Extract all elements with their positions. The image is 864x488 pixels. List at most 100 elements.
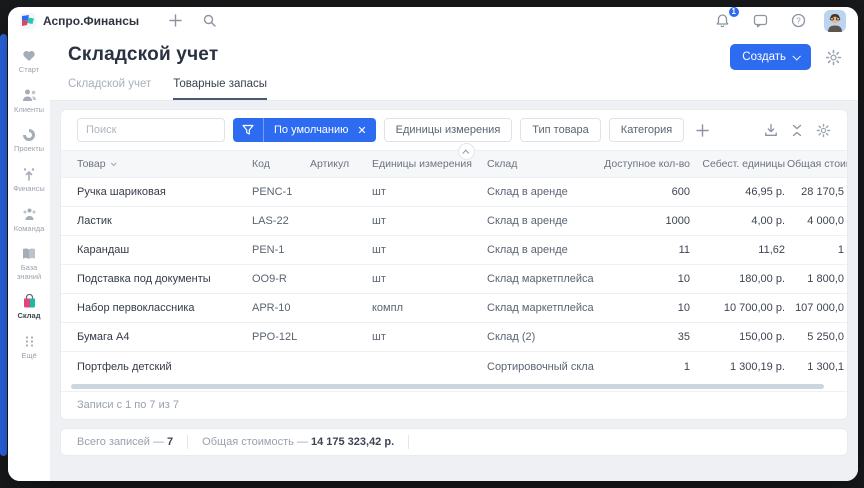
column-header[interactable]: Доступное кол-во xyxy=(602,158,692,170)
column-header[interactable]: Единицы измерения xyxy=(372,158,487,170)
table-cell: 11,62 xyxy=(692,244,787,256)
sidebar-item-warehouse[interactable]: Склад xyxy=(8,290,50,326)
sidebar-item-knowledge[interactable]: База знаний xyxy=(8,242,50,286)
table-row[interactable]: Бумага А4PPO-12LштСклад (2)35150,00 р.5 … xyxy=(61,323,847,352)
clear-filter-icon[interactable]: ✕ xyxy=(354,124,375,137)
page-settings-button[interactable] xyxy=(825,49,842,66)
sidebar-item-clients[interactable]: Клиенты xyxy=(8,84,50,120)
chevron-down-icon xyxy=(792,52,800,60)
table-row[interactable]: ЛастикLAS-22штСклад в аренде10004,00 р.4… xyxy=(61,207,847,236)
table-cell: 10 700,00 р. xyxy=(692,302,787,314)
column-header[interactable]: Общая стоимость xyxy=(787,158,847,170)
table-cell: LAS-22 xyxy=(252,215,310,227)
table-cell: Подставка под документы xyxy=(77,273,252,285)
table-cell: Бумага А4 xyxy=(77,331,252,343)
sidebar-item-label: База знаний xyxy=(8,264,50,281)
table-row[interactable]: КарандашPEN-1штСклад в аренде1111,621 xyxy=(61,236,847,265)
add-filter-button[interactable] xyxy=(696,124,709,137)
table-row[interactable]: Ручка шариковаяPENC-1штСклад в аренде600… xyxy=(61,178,847,207)
export-download-button[interactable] xyxy=(764,123,778,137)
table-cell: 4 000,0 xyxy=(787,215,847,227)
collapse-panel-button[interactable] xyxy=(458,143,475,160)
total-records: Всего записей — 7 xyxy=(77,436,173,448)
table-row[interactable]: Портфель детский Сортировочный скла1 1 300… xyxy=(61,352,847,381)
table-cell: PEN-1 xyxy=(252,244,310,256)
table-settings-button[interactable] xyxy=(816,123,831,138)
table-cell: Склад маркетплейса xyxy=(487,302,602,314)
column-header[interactable]: Склад xyxy=(487,158,602,170)
help-button[interactable]: ? xyxy=(786,11,810,31)
sidebar-item-more[interactable]: Ещё xyxy=(8,330,50,366)
table-cell: 1000 xyxy=(602,215,692,227)
tab-warehouse-accounting[interactable]: Складской учет xyxy=(68,78,151,100)
user-avatar[interactable] xyxy=(824,10,846,32)
notification-badge: 1 xyxy=(728,7,740,18)
divider xyxy=(408,435,409,449)
tab-goods-stock[interactable]: Товарные запасы xyxy=(173,78,267,100)
sort-chevron-icon xyxy=(110,160,116,166)
inventory-table: ТоварКодАртикулЕдиницы измерения Склад Дос… xyxy=(61,150,847,381)
search-icon[interactable] xyxy=(197,11,221,31)
notifications-button[interactable]: 1 xyxy=(710,11,734,31)
filter-chips: Единицы измерения Тип товара Категория xyxy=(384,118,685,142)
column-header-label: Общая стоимость xyxy=(787,158,847,170)
page-title: Складской учет xyxy=(68,44,218,66)
search-input[interactable] xyxy=(77,118,225,142)
table-cell: Ластик xyxy=(77,215,252,227)
table-cell: Портфель детский xyxy=(77,361,252,373)
sidebar-item-label: Команда xyxy=(14,225,45,234)
sidebar-item-team[interactable]: Команда xyxy=(8,203,50,239)
table-cell: OO9-R xyxy=(252,273,310,285)
table-body: Ручка шариковаяPENC-1штСклад в аренде600… xyxy=(61,178,847,381)
table-cell: 1 xyxy=(602,361,692,373)
column-header-label: Единицы измерения xyxy=(372,158,472,170)
table-cell: Сортировочный скла xyxy=(487,361,602,373)
table-cell: шт xyxy=(372,331,487,343)
filter-chip[interactable]: Единицы измерения xyxy=(384,118,513,142)
active-filter-chip[interactable]: По умолчанию ✕ xyxy=(233,118,376,142)
clients-icon xyxy=(22,88,37,103)
table-cell: 10 xyxy=(602,302,692,314)
table-row[interactable]: Набор первоклассникаAPR-10комплСклад мар… xyxy=(61,294,847,323)
column-header-label: Доступное кол-во xyxy=(604,158,690,170)
sidebar-item-finance[interactable]: Финансы xyxy=(8,163,50,199)
column-header[interactable]: Артикул xyxy=(310,158,372,170)
total-value: Общая стоимость — 14 175 323,42 р. xyxy=(202,436,394,448)
main-area: Складской учет Создать Складской учет Тов… xyxy=(50,34,858,481)
filter-chip[interactable]: Категория xyxy=(609,118,684,142)
create-button[interactable]: Создать xyxy=(730,44,811,70)
column-header-label: Себест. единицы xyxy=(702,158,785,170)
add-icon[interactable] xyxy=(163,11,187,31)
collapse-rows-button[interactable] xyxy=(791,124,803,137)
table-cell: Склад (2) xyxy=(487,331,602,343)
table-cell: 1 300,1 xyxy=(787,361,847,373)
table-row[interactable]: Подставка под документыOO9-RштСклад марк… xyxy=(61,265,847,294)
table-cell: компл xyxy=(372,302,487,314)
sidebar-item-label: Финансы xyxy=(13,185,45,194)
scrollbar-thumb[interactable] xyxy=(71,384,824,389)
column-header[interactable]: Себест. единицы xyxy=(692,158,787,170)
sidebar-item-label: Склад xyxy=(18,312,41,321)
start-icon xyxy=(22,48,36,63)
column-header[interactable]: Товар xyxy=(77,158,252,170)
table-cell: 1 800,0 xyxy=(787,273,847,285)
sidebar-item-label: Старт xyxy=(19,66,39,75)
sidebar-item-start[interactable]: Старт xyxy=(8,44,50,80)
horizontal-scrollbar[interactable] xyxy=(71,384,839,389)
more-icon xyxy=(23,334,36,349)
sidebar-item-projects[interactable]: Проекты xyxy=(8,123,50,159)
chat-button[interactable] xyxy=(748,11,772,31)
sidebar-item-label: Клиенты xyxy=(14,106,44,115)
column-header[interactable]: Код xyxy=(252,158,310,170)
table-cell: 35 xyxy=(602,331,692,343)
create-button-label: Создать xyxy=(742,51,786,63)
column-header-label: Склад xyxy=(487,158,517,170)
records-info: Записи с 1 по 7 из 7 xyxy=(61,391,847,419)
filter-chip[interactable]: Тип товара xyxy=(520,118,601,142)
table-cell: APR-10 xyxy=(252,302,310,314)
app-window: Аспро.Финансы 1 ? xyxy=(8,7,858,481)
table-cell: шт xyxy=(372,215,487,227)
filter-row: По умолчанию ✕ Единицы измерения Тип това… xyxy=(61,110,847,150)
table-cell: 5 250,0 xyxy=(787,331,847,343)
table-cell: 28 170,5 xyxy=(787,186,847,198)
